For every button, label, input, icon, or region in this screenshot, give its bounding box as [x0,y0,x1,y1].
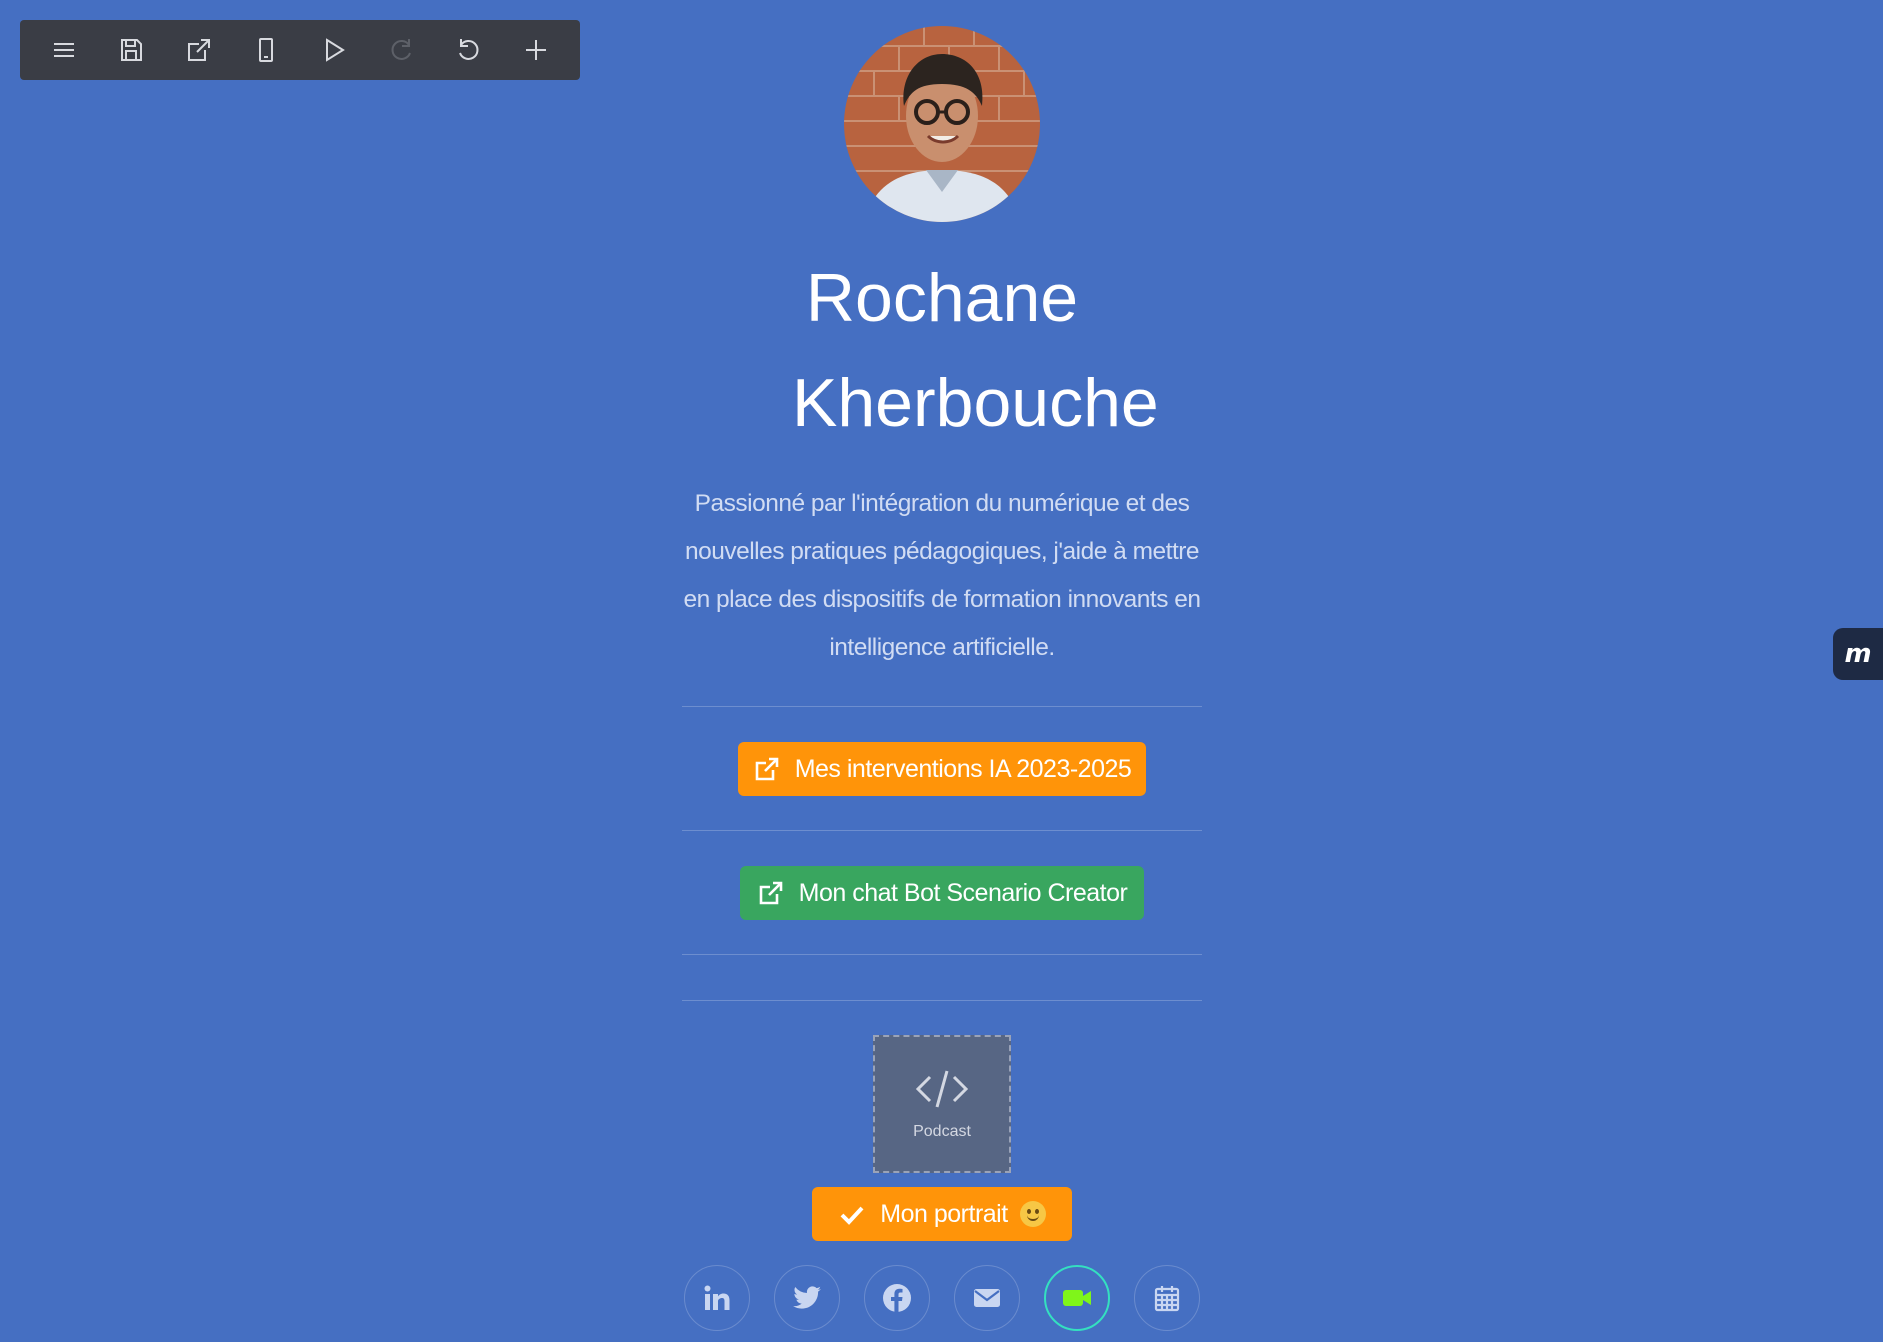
calendar-icon [1154,1286,1180,1312]
smiley-icon [1019,1201,1046,1227]
video-icon [1063,1290,1091,1306]
side-badge-logo-icon: m [1844,639,1872,669]
chatbot-button-label: Mon chat Bot Scenario Creator [798,878,1128,907]
redo-icon [391,39,412,60]
avatar-photo [844,26,1040,222]
twitter-icon [793,1286,821,1309]
portrait-button[interactable]: Mon portrait [812,1187,1072,1241]
interventions-link-button[interactable]: Mes interventions IA 2023-2025 [738,742,1146,796]
profile-name: Rochane Kherbouche [792,260,1159,441]
save-icon [121,39,143,61]
facebook-icon [883,1284,911,1312]
avatar [844,26,1040,222]
linkedin-link[interactable] [684,1265,750,1331]
open-external-icon [187,39,210,61]
mobile-preview-icon [259,38,274,62]
open-external-button[interactable] [176,27,222,73]
chatbot-link-button[interactable]: Mon chat Bot Scenario Creator [740,866,1144,920]
embed-label: Podcast [913,1123,971,1140]
video-link[interactable] [1044,1265,1110,1331]
menu-icon [53,43,74,57]
email-link[interactable] [954,1265,1020,1331]
check-icon [838,1200,866,1228]
portrait-button-label: Mon portrait [880,1199,1008,1228]
undo-button[interactable] [446,27,492,73]
podcast-embed-block[interactable]: Podcast [873,1035,1011,1173]
profile-card: Rochane Kherbouche Passionné par l'intég… [682,26,1202,1331]
external-link-icon [753,755,781,783]
twitter-link[interactable] [774,1265,840,1331]
profile-bio: Passionné par l'intégration du numérique… [683,490,1201,661]
divider [682,1000,1202,1001]
play-icon [325,38,345,62]
divider [682,830,1202,831]
save-button[interactable] [108,27,154,73]
code-icon [915,1070,969,1108]
menu-button[interactable] [41,27,87,73]
divider [682,954,1202,955]
add-block-button[interactable] [513,27,559,73]
interventions-button-label: Mes interventions IA 2023-2025 [794,754,1132,783]
calendar-link[interactable] [1134,1265,1200,1331]
editor-toolbar [20,20,580,80]
undo-icon [458,39,479,60]
plus-icon [526,40,547,60]
divider [682,706,1202,707]
external-link-icon [757,879,785,907]
linkedin-icon [704,1285,730,1310]
facebook-link[interactable] [864,1265,930,1331]
email-icon [974,1289,1000,1307]
redo-button[interactable] [378,27,424,73]
side-app-badge[interactable]: m [1833,628,1883,680]
social-links [682,1265,1202,1331]
mobile-preview-button[interactable] [243,27,289,73]
play-button[interactable] [311,27,357,73]
